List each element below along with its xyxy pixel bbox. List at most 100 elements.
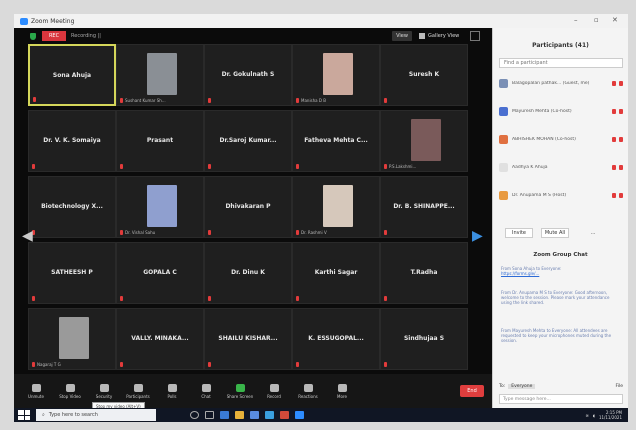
muted-mic-icon	[32, 296, 35, 301]
toolbar-unmute-button[interactable]: Unmute	[22, 374, 50, 408]
task-view-icon[interactable]	[205, 411, 214, 419]
participant-video-tile[interactable]: GOPALA C	[116, 242, 204, 304]
invite-button[interactable]: Invite	[505, 228, 533, 238]
meeting-top-bar: REC Recording || View Gallery View	[14, 28, 492, 44]
video-off-icon[interactable]	[619, 80, 623, 86]
participant-video-tile[interactable]: Dr. Vishal Sahu	[116, 176, 204, 238]
toolbar-more-button[interactable]: More	[328, 374, 356, 408]
taskbar-clock[interactable]: 2:15 PM 11/11/2021	[599, 410, 622, 420]
close-icon[interactable]: ✕	[612, 16, 618, 24]
file-explorer-icon[interactable]	[235, 411, 244, 419]
mail-icon[interactable]	[265, 411, 274, 419]
toolbar-polls-button[interactable]: Polls	[158, 374, 186, 408]
maximize-icon[interactable]: ▫	[594, 16, 599, 24]
participant-video-tile[interactable]: Dr. Gokulnath S	[204, 44, 292, 106]
muted-mic-icon[interactable]	[612, 80, 616, 86]
wifi-icon[interactable]: ≋	[585, 413, 588, 418]
participant-video-tile[interactable]: Sona Ahuja	[28, 44, 116, 106]
toolbar-share-screen-button[interactable]: Share Screen	[226, 374, 254, 408]
taskbar-search-input[interactable]: ⌕ Type here to search	[36, 409, 156, 421]
participant-video-tile[interactable]: Suresh K	[380, 44, 468, 106]
gallery-view-button[interactable]: Gallery View	[419, 31, 463, 41]
participant-video-tile[interactable]: P.S.Lakshmi...	[380, 110, 468, 172]
toolbar-chat-button[interactable]: Chat	[192, 374, 220, 408]
encryption-shield-icon[interactable]	[30, 33, 36, 40]
participant-video-tile[interactable]: Dr.Saroj Kumar...	[204, 110, 292, 172]
chat-link[interactable]: https://forms.gle/...	[501, 271, 621, 276]
fullscreen-icon[interactable]	[470, 31, 480, 41]
participant-video-tile[interactable]: Karthi Sagar	[292, 242, 380, 304]
recording-badge[interactable]: REC	[42, 31, 66, 41]
participant-status: Nagaraj T G	[32, 362, 61, 367]
muted-mic-icon[interactable]	[612, 108, 616, 114]
participant-video-tile[interactable]: Manisha D B	[292, 44, 380, 106]
participant-video-tile[interactable]: Biotechnology X...	[28, 176, 116, 238]
toolbar-record-button[interactable]: Record	[260, 374, 288, 408]
muted-mic-icon	[296, 98, 299, 103]
toolbar-reactions-button[interactable]: Reactions	[294, 374, 322, 408]
participant-video-tile[interactable]: SATHEESH P	[28, 242, 116, 304]
toolbar-label: Security	[95, 393, 113, 399]
participant-status	[384, 230, 387, 235]
participant-video-tile[interactable]: Fatheva Mehta C...	[292, 110, 380, 172]
store-icon[interactable]	[250, 411, 259, 419]
volume-icon[interactable]: ◖	[593, 413, 595, 418]
zoom-taskbar-icon[interactable]	[295, 411, 304, 419]
video-off-icon[interactable]	[619, 136, 623, 142]
muted-mic-icon	[384, 164, 387, 169]
participant-video-tile[interactable]: Dr. V. K. Somaiya	[28, 110, 116, 172]
participant-row[interactable]: ABHISHEK MOHAN (Co-host)	[499, 132, 623, 146]
share-screen-icon	[235, 383, 245, 392]
video-off-icon[interactable]	[619, 164, 623, 170]
toolbar-stop-video-button[interactable]: Stop Video	[56, 374, 84, 408]
participant-name: Dr. Dinu K	[231, 269, 265, 276]
participant-row-name: ABHISHEK MOHAN (Co-host)	[512, 136, 576, 142]
participant-video-tile[interactable]: Dr. B. SHINAPPE...	[380, 176, 468, 238]
chat-message-input[interactable]: Type message here...	[499, 394, 623, 404]
participant-video-tile[interactable]: Nagaraj T G	[28, 308, 116, 370]
participant-video-tile[interactable]: Dr. Dinu K	[204, 242, 292, 304]
participant-video-tile[interactable]: Sindhujaa S	[380, 308, 468, 370]
participant-video-tile[interactable]: Prasant	[116, 110, 204, 172]
participant-video-tile[interactable]: K. ESSUGOPAL...	[292, 308, 380, 370]
mute-all-button[interactable]: Mute All	[541, 228, 569, 238]
participant-video-tile[interactable]: Dr. Rashmi V	[292, 176, 380, 238]
video-off-icon[interactable]	[619, 108, 623, 114]
recipient-dropdown[interactable]: Everyone	[508, 383, 536, 389]
chrome-icon[interactable]	[280, 411, 289, 419]
gallery-grid-icon	[419, 33, 425, 39]
next-page-arrow-icon[interactable]: ▶	[472, 228, 483, 244]
participant-video-tile[interactable]: T.Radha	[380, 242, 468, 304]
participant-name: Dr.Saroj Kumar...	[219, 137, 277, 144]
participant-row[interactable]: Dr. Anupama M S (Host)	[499, 188, 623, 202]
participant-name: Dr. Gokulnath S	[221, 71, 275, 78]
chat-message: From Sona Ahuja to Everyone: https://form…	[501, 266, 621, 276]
participant-video-tile[interactable]: Sushant Kumar Sh...	[116, 44, 204, 106]
participant-name: GOPALA C	[143, 269, 177, 276]
windows-start-icon[interactable]	[18, 410, 30, 420]
previous-page-arrow-icon[interactable]: ◀	[22, 228, 33, 244]
view-button[interactable]: View	[392, 31, 412, 41]
participant-row-name: Mayuresh Mehta (Co-host)	[512, 108, 572, 114]
muted-mic-icon[interactable]	[612, 164, 616, 170]
windows-taskbar: ⌕ Type here to search ≋ ◖ 2:15 PM 11/11/…	[14, 408, 628, 422]
desktop-screen: Zoom Meeting – ▫ ✕ REC Recording || View…	[14, 14, 628, 422]
cortana-icon[interactable]	[190, 411, 199, 419]
participant-video-tile[interactable]: SHAILU KISHAR...	[204, 308, 292, 370]
end-meeting-button[interactable]: End	[460, 385, 484, 397]
participant-search-input[interactable]: Find a participant	[499, 58, 623, 68]
more-options-button[interactable]: ...	[579, 228, 607, 238]
video-off-icon[interactable]	[619, 192, 623, 198]
participant-video-tile[interactable]: Dhivakaran P	[204, 176, 292, 238]
participant-row-name: Dr. Anupama M S (Host)	[512, 192, 567, 198]
minimize-icon[interactable]: –	[574, 16, 578, 24]
muted-mic-icon[interactable]	[612, 192, 616, 198]
participant-video-tile[interactable]: VALLY. MINAKA...	[116, 308, 204, 370]
participant-row[interactable]: Balagopalan pathak... (Guest, me)	[499, 76, 623, 90]
participant-row[interactable]: Mayuresh Mehta (Co-host)	[499, 104, 623, 118]
muted-mic-icon[interactable]	[612, 136, 616, 142]
participant-status	[384, 296, 387, 301]
browser-icon[interactable]	[220, 411, 229, 419]
file-button[interactable]: File	[615, 384, 623, 389]
participant-row[interactable]: Aadhya K Ahuja	[499, 160, 623, 174]
